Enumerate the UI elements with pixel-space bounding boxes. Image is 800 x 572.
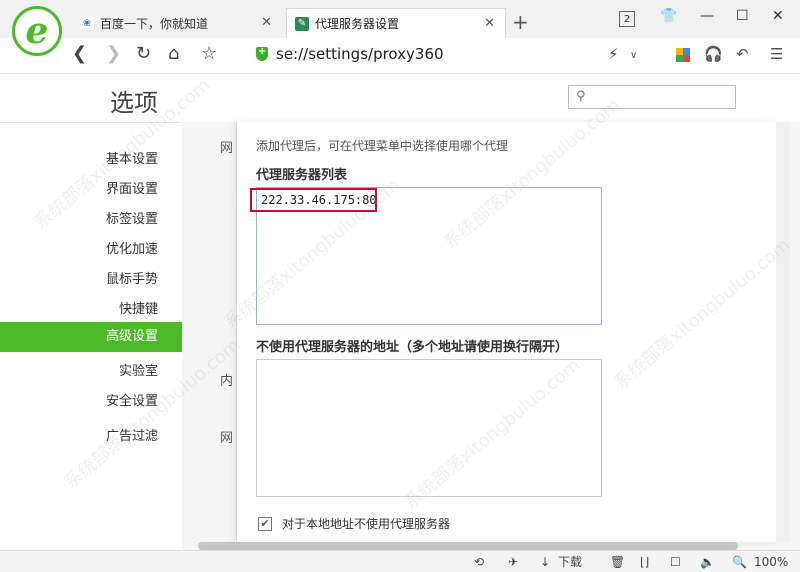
tab-label: 代理服务器设置 [315, 17, 400, 31]
speaker-icon[interactable]: 🔈 [700, 554, 715, 570]
settings-search-input[interactable]: ⚲ [568, 85, 736, 109]
highlight-box [250, 188, 377, 212]
speed-icon[interactable]: ⟲ [474, 554, 484, 570]
maximize-button[interactable]: ☐ [736, 9, 749, 23]
menu-icon[interactable]: ☰ [770, 47, 783, 62]
vertical-scrollbar[interactable] [776, 122, 790, 542]
wrench-icon: ✎ [295, 16, 309, 31]
window-icon[interactable]: ☐ [670, 554, 681, 570]
local-bypass-label: 对于本地地址不使用代理服务器 [282, 517, 451, 531]
sidebar-item-tabs[interactable]: 标签设置 [106, 208, 158, 227]
proxy-settings-dialog: 添加代理后，可在代理菜单中选择使用哪个代理 代理服务器列表 222.33.46.… [236, 122, 776, 542]
tab-baidu[interactable]: ❀ 百度一下，你就知道 ✕ [72, 8, 282, 38]
shield-icon [256, 46, 268, 61]
shirt-skin-icon[interactable]: 👕 [660, 9, 677, 23]
section-label: 网 [220, 141, 234, 156]
sidebar-item-lab[interactable]: 实验室 [119, 360, 158, 379]
status-bar: ⟲ ✈ ↓ 下载 🗑 ⌊⌋ ☐ 🔈 🔍 100% [0, 550, 800, 572]
sidebar-item-adblock[interactable]: 广告过滤 [106, 425, 158, 444]
local-bypass-checkbox[interactable]: ✔ [258, 516, 272, 531]
proxy-hint-text: 添加代理后，可在代理菜单中选择使用哪个代理 [256, 139, 509, 153]
lightning-icon[interactable]: ⚡ [608, 47, 619, 62]
settings-sidebar: 基本设置 界面设置 标签设置 优化加速 鼠标手势 快捷键 高级设置 实验室 安全… [0, 122, 182, 550]
sidebar-item-interface[interactable]: 界面设置 [106, 178, 158, 197]
refresh-icon[interactable]: ↻ [136, 45, 151, 63]
url-field[interactable]: se://settings/proxy360 [256, 45, 444, 63]
home-icon[interactable]: ⌂ [168, 45, 179, 63]
pin-icon[interactable]: ✈ [508, 554, 518, 570]
sidebar-item-security[interactable]: 安全设置 [106, 390, 158, 409]
headphones-icon[interactable]: 🎧 [704, 47, 723, 62]
tab-strip: e ❀ 百度一下，你就知道 ✕ ✎ 代理服务器设置 ✕ + 2 👕 — ☐ ✕ [0, 0, 800, 56]
search-icon: ⚲ [576, 89, 586, 104]
tab-proxy-settings[interactable]: ✎ 代理服务器设置 ✕ [286, 8, 506, 38]
tab-count-badge[interactable]: 2 [619, 11, 635, 27]
horizontal-scrollbar[interactable] [198, 542, 738, 550]
url-text: se://settings/proxy360 [276, 45, 444, 63]
bracket-icon[interactable]: ⌊⌋ [640, 554, 649, 570]
close-icon[interactable]: ✕ [484, 16, 495, 31]
browser-logo-icon[interactable]: e [12, 6, 62, 56]
sidebar-item-advanced[interactable]: 高级设置 [0, 322, 182, 352]
forward-button[interactable]: ❯ [106, 45, 121, 63]
download-label[interactable]: 下载 [558, 554, 582, 570]
download-icon[interactable]: ↓ [540, 554, 550, 570]
zoom-level[interactable]: 100% [754, 554, 788, 570]
star-icon[interactable]: ☆ [201, 45, 217, 63]
minimize-button[interactable]: — [700, 9, 714, 23]
delete-icon[interactable]: 🗑 [610, 554, 625, 570]
settings-header: 选项 ⚲ [0, 75, 800, 122]
bypass-list-label: 不使用代理服务器的地址（多个地址请使用换行隔开） [256, 340, 569, 355]
new-tab-button[interactable]: + [512, 12, 529, 32]
bypass-list-textarea[interactable] [256, 359, 602, 497]
page-title: 选项 [110, 89, 158, 117]
section-label: 网 [220, 431, 234, 446]
close-window-button[interactable]: ✕ [772, 9, 784, 23]
tab-label: 百度一下，你就知道 [100, 16, 209, 31]
back-button[interactable]: ❮ [72, 45, 87, 63]
section-label: 内 [220, 374, 234, 389]
baidu-paw-icon: ❀ [80, 16, 94, 30]
local-bypass-option[interactable]: ✔ 对于本地地址不使用代理服务器 [258, 515, 450, 532]
sidebar-item-optimize[interactable]: 优化加速 [106, 238, 158, 257]
undo-icon[interactable]: ↶ [736, 47, 749, 62]
apps-grid-icon[interactable] [676, 48, 690, 62]
sidebar-item-basic[interactable]: 基本设置 [106, 148, 158, 167]
proxy-list-label: 代理服务器列表 [256, 168, 348, 183]
close-icon[interactable]: ✕ [261, 15, 272, 30]
sidebar-item-mouse-gesture[interactable]: 鼠标手势 [106, 268, 158, 287]
chevron-down-icon[interactable]: ∨ [630, 51, 637, 61]
sidebar-item-shortcuts[interactable]: 快捷键 [119, 298, 158, 317]
zoom-icon[interactable]: 🔍 [732, 554, 747, 570]
